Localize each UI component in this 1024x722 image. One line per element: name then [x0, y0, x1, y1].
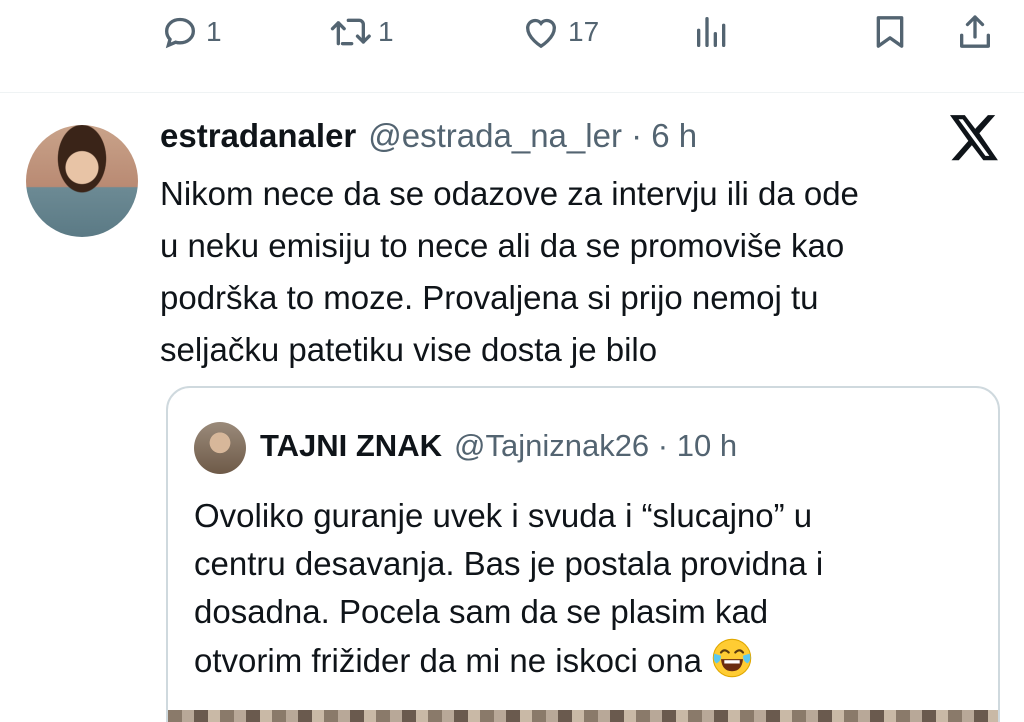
quoted-handle-and-time: @Tajniznak26 · 10 h: [453, 428, 738, 463]
quoted-text-line: Ovoliko guranje uvek i svuda i “slucajno…: [194, 497, 813, 534]
quoted-text-line: centru desavanja. Bas je postala providn…: [194, 545, 824, 582]
reply-button[interactable]: 1: [160, 12, 222, 52]
tweet-text-line: Nikom nece da se odazove za intervju ili…: [160, 175, 859, 212]
reply-icon: [164, 17, 196, 49]
share-icon: [960, 15, 990, 48]
quoted-text: Ovoliko guranje uvek i svuda i “slucajno…: [194, 492, 984, 685]
views-button[interactable]: [692, 12, 732, 52]
quoted-text-line: dosadna. Pocela sam da se plasim kad: [194, 593, 769, 630]
display-name[interactable]: estradanaler: [160, 117, 356, 155]
tweet-header: estradanaler @estrada_na_ler · 6 h: [160, 117, 697, 155]
like-icon: [525, 18, 557, 49]
quoted-avatar: [194, 422, 246, 474]
tweet-text-line: u neku emisiju to nece ali da se promovi…: [160, 227, 845, 264]
quoted-header: TAJNI ZNAK @Tajniznak26 · 10 h: [260, 428, 737, 464]
retweet-icon: [330, 18, 371, 46]
tweet-text-line: podrška to moze. Provaljena si prijo nem…: [160, 279, 819, 316]
reply-count: 1: [206, 16, 222, 47]
bookmark-icon: [876, 16, 904, 48]
avatar[interactable]: [26, 125, 138, 237]
like-button[interactable]: 17: [520, 12, 599, 52]
like-count: 17: [568, 16, 600, 47]
x-logo-icon: [950, 115, 1000, 166]
handle-and-time[interactable]: @estrada_na_ler · 6 h: [368, 117, 697, 155]
retweet-count: 1: [378, 16, 394, 47]
quoted-text-line-with-emoji: otvorim frižider da mi ne iskoci ona: [194, 636, 984, 685]
share-button[interactable]: [955, 12, 995, 52]
tears-of-joy-emoji-icon: [712, 638, 752, 678]
tweet-text: Nikom nece da se odazove za intervju ili…: [160, 168, 990, 376]
quoted-tweet[interactable]: TAJNI ZNAK @Tajniznak26 · 10 h Ovoliko g…: [166, 386, 1000, 722]
tweet-text-line: seljačku patetiku vise dosta je bilo: [160, 331, 658, 368]
quoted-media-image[interactable]: [168, 710, 998, 722]
views-icon: [697, 17, 726, 47]
quoted-text-line: otvorim frižider da mi ne iskoci ona: [194, 642, 703, 679]
tweet-action-bar: 1 1 17: [0, 0, 1024, 70]
retweet-button[interactable]: 1: [328, 12, 394, 52]
quoted-display-name: TAJNI ZNAK: [260, 428, 442, 463]
divider: [0, 92, 1024, 93]
bookmark-button[interactable]: [870, 12, 910, 52]
